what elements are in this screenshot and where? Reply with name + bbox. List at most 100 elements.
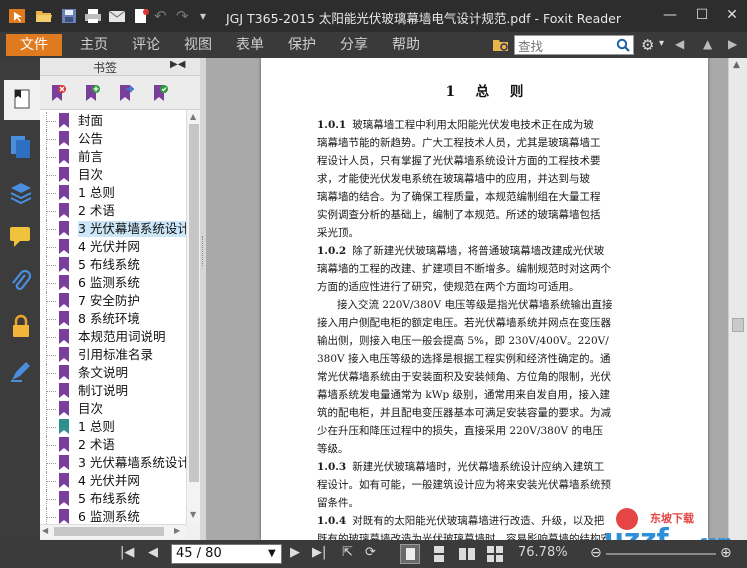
page-dropdown-icon[interactable]: ▼: [268, 548, 276, 559]
tab-share[interactable]: 分享: [332, 34, 376, 56]
tab-file[interactable]: 文件: [6, 34, 62, 56]
lock-icon[interactable]: [8, 314, 34, 340]
previous-page-icon[interactable]: ◀: [148, 545, 158, 563]
open-folder-icon[interactable]: [35, 8, 53, 24]
bookmark-item[interactable]: 3 光伏幕墙系统设计: [40, 220, 186, 238]
zoom-slider[interactable]: [606, 553, 716, 555]
layers-icon[interactable]: [8, 180, 34, 206]
line-text: 方面的适应性进行了研究，使规范在两个方面均可适用。: [317, 281, 580, 293]
rail-bookmarks-tab[interactable]: [4, 80, 40, 120]
move-bookmark-icon[interactable]: [117, 84, 135, 102]
new-pdf-icon[interactable]: [132, 8, 150, 24]
add-bookmark-icon[interactable]: [83, 84, 101, 102]
comments-icon[interactable]: [8, 224, 34, 250]
bookmarks-horizontal-scrollbar[interactable]: ◀ ▶: [40, 524, 186, 538]
undo-icon[interactable]: ↶: [154, 8, 172, 24]
document-vertical-scrollbar[interactable]: ▲: [728, 58, 747, 540]
hand-tool-icon[interactable]: [8, 8, 26, 24]
continuous-facing-view-icon[interactable]: [486, 545, 504, 563]
bookmark-item[interactable]: 1 总则: [40, 418, 186, 436]
search-icon[interactable]: [616, 38, 630, 52]
next-page-icon[interactable]: ▶: [290, 545, 300, 563]
signature-icon[interactable]: [8, 358, 34, 384]
bookmarks-scroll-thumb[interactable]: [189, 124, 199, 482]
scroll-down-icon[interactable]: ▼: [190, 510, 196, 519]
bookmark-item[interactable]: 制订说明: [40, 382, 186, 400]
bookmark-item[interactable]: 公告: [40, 130, 186, 148]
close-button[interactable]: ✕: [721, 4, 743, 26]
bookmark-item[interactable]: 2 术语: [40, 202, 186, 220]
ribbon-nav-left-icon[interactable]: ◀: [675, 37, 684, 51]
tab-help[interactable]: 帮助: [384, 34, 428, 56]
scroll-up-icon[interactable]: ▲: [190, 112, 196, 121]
tab-home[interactable]: 主页: [72, 34, 116, 56]
attachment-icon[interactable]: [8, 268, 34, 294]
tree-connector: [47, 355, 56, 356]
continuous-view-icon[interactable]: [430, 545, 448, 563]
rotate-view-icon[interactable]: ⟳: [365, 545, 376, 563]
document-text-line: 等级。: [317, 440, 349, 458]
chevron-down-icon[interactable]: ▾: [659, 38, 664, 49]
maximize-button[interactable]: ☐: [691, 4, 713, 26]
bookmark-item[interactable]: 条文说明: [40, 364, 186, 382]
bookmark-item[interactable]: 前言: [40, 148, 186, 166]
tab-protect[interactable]: 保护: [280, 34, 324, 56]
scroll-right-icon[interactable]: ▶: [174, 526, 180, 535]
customize-icon[interactable]: ▾: [200, 8, 218, 24]
search-field[interactable]: [514, 35, 634, 56]
first-page-icon[interactable]: |◀: [120, 545, 134, 563]
bookmark-label: 3 光伏幕墙系统设计: [78, 455, 186, 470]
email-icon[interactable]: [108, 8, 126, 24]
pages-thumbnails-icon[interactable]: [8, 134, 34, 160]
bookmark-options-icon[interactable]: [151, 84, 169, 102]
bookmark-item[interactable]: 2 术语: [40, 436, 186, 454]
bookmark-item[interactable]: 1 总则: [40, 184, 186, 202]
last-page-icon[interactable]: ▶|: [312, 545, 326, 563]
find-folder-icon[interactable]: [492, 38, 510, 53]
print-icon[interactable]: [84, 8, 102, 24]
save-icon[interactable]: [60, 8, 78, 24]
doc-scroll-up-icon[interactable]: ▲: [733, 60, 740, 70]
document-viewport[interactable]: 1 总 则 1.0.1 玻璃幕墙工程中利用太阳能光伏发电技术正在成为玻 璃幕墙节能的…: [206, 58, 728, 540]
redo-icon[interactable]: ↷: [176, 8, 194, 24]
tab-view[interactable]: 视图: [176, 34, 220, 56]
bookmark-item[interactable]: 5 布线系统: [40, 256, 186, 274]
bookmark-item[interactable]: 6 监测系统: [40, 508, 186, 524]
bookmark-item[interactable]: 本规范用词说明: [40, 328, 186, 346]
bookmark-item[interactable]: 5 布线系统: [40, 490, 186, 508]
bookmarks-hscroll-thumb[interactable]: [54, 527, 164, 536]
fit-view-icon[interactable]: ⇱: [342, 545, 353, 563]
bookmark-item[interactable]: 封面: [40, 112, 186, 130]
bookmark-item[interactable]: 目次: [40, 400, 186, 418]
bookmark-item[interactable]: 引用标准名录: [40, 346, 186, 364]
ribbon-collapse-icon[interactable]: ▲: [703, 37, 712, 51]
panel-collapse-icon[interactable]: ▶◀: [170, 59, 185, 70]
pdf-page: 1 总 则 1.0.1 玻璃幕墙工程中利用太阳能光伏发电技术正在成为玻 璃幕墙节能的…: [261, 58, 708, 540]
single-page-view-button[interactable]: [400, 544, 420, 564]
bookmark-item[interactable]: 7 安全防护: [40, 292, 186, 310]
minimize-button[interactable]: —: [659, 4, 681, 26]
bookmark-label: 3 光伏幕墙系统设计: [78, 221, 186, 237]
search-input[interactable]: [515, 37, 611, 56]
page-number-input[interactable]: 45 / 80 ▼: [171, 544, 282, 564]
bookmark-item[interactable]: 3 光伏幕墙系统设计: [40, 454, 186, 472]
bookmark-item[interactable]: 8 系统环境: [40, 310, 186, 328]
ribbon-nav-right-icon[interactable]: ▶: [728, 37, 737, 51]
gear-icon[interactable]: ⚙: [641, 36, 654, 54]
bookmarks-vertical-scrollbar[interactable]: ▲ ▼: [186, 110, 200, 524]
zoom-level[interactable]: 76.78%: [518, 545, 568, 560]
zoom-out-icon[interactable]: ⊖: [590, 545, 602, 563]
zoom-in-icon[interactable]: ⊕: [720, 545, 732, 563]
bookmark-item[interactable]: 6 监测系统: [40, 274, 186, 292]
bookmarks-panel-header: 书签 ▶◀: [40, 58, 200, 76]
bookmark-item[interactable]: 4 光伏并网: [40, 238, 186, 256]
document-scroll-thumb[interactable]: [732, 318, 744, 332]
facing-view-icon[interactable]: [458, 545, 476, 563]
tab-comment[interactable]: 评论: [124, 34, 168, 56]
bookmark-item[interactable]: 4 光伏并网: [40, 472, 186, 490]
scroll-left-icon[interactable]: ◀: [42, 526, 48, 535]
delete-bookmark-icon[interactable]: [49, 84, 67, 102]
bookmarks-panel-title: 书签: [92, 61, 117, 75]
bookmark-item[interactable]: 目次: [40, 166, 186, 184]
tab-form[interactable]: 表单: [228, 34, 272, 56]
